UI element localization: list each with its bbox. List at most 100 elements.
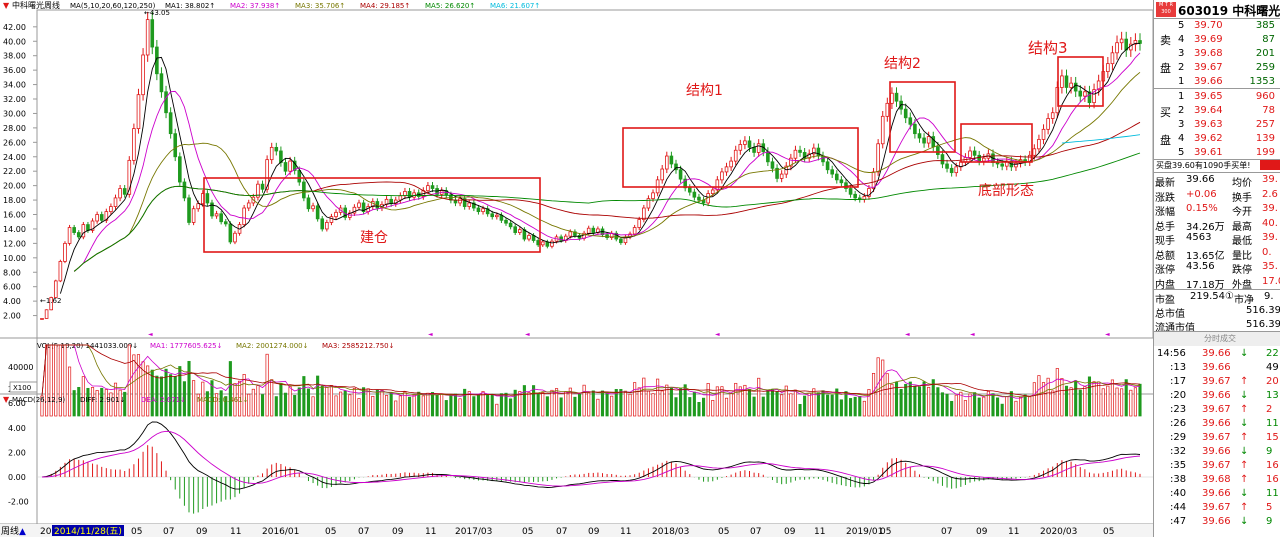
volume-bar (890, 383, 894, 417)
candle (118, 188, 122, 199)
volume-bar (973, 392, 977, 417)
price-tick: 22.00 (3, 167, 26, 176)
volume-bar (1101, 388, 1105, 417)
volume-bar (734, 382, 738, 417)
volume-bar (826, 394, 830, 417)
candle (743, 140, 747, 145)
volume-bar (564, 391, 568, 417)
volume-bar (757, 377, 761, 417)
x-tick: 09 (784, 527, 796, 537)
volume-bar (766, 389, 770, 417)
tick-row: :38 39.68 ↑ 16 (1170, 474, 1279, 485)
candle (729, 160, 733, 168)
volume-bar (582, 384, 586, 417)
price-tick: 32.00 (3, 95, 26, 104)
candle (398, 195, 403, 201)
candle (407, 191, 412, 198)
price-tick: 26.00 (3, 138, 26, 147)
volume-bar (260, 394, 265, 417)
volume-bar (1051, 390, 1055, 417)
tick-row: :40 39.66 ↓ 11 (1170, 488, 1279, 499)
tick-row: :20 39.66 ↓ 13 (1170, 390, 1279, 401)
bid-row: 3 39.63 257 (1178, 119, 1275, 130)
volume-bar (702, 397, 706, 417)
volume-bar (1078, 389, 1082, 417)
candle (747, 140, 752, 148)
candle (315, 205, 320, 220)
volume-bar (256, 385, 260, 417)
candle (619, 238, 623, 244)
candle (113, 197, 118, 207)
candle (568, 231, 573, 237)
candle (540, 241, 545, 246)
candle (880, 115, 885, 145)
vol-ma-3: MA3: 2585212.750↓ (322, 342, 395, 350)
logo-icon: M T R 300 (1156, 2, 1176, 17)
volume-bar (679, 388, 683, 417)
volume-bar (398, 395, 402, 417)
candle (1073, 82, 1078, 92)
volume-bar (775, 391, 779, 417)
price-tick: 14.00 (3, 225, 26, 234)
volume-bar (871, 373, 876, 417)
volume-bar (339, 391, 343, 417)
volume-bar (945, 393, 949, 417)
volume-bar (968, 393, 972, 417)
candle (848, 188, 853, 195)
volume-bar (1055, 368, 1059, 417)
candle (839, 179, 844, 184)
candle (1119, 38, 1124, 44)
candle (536, 240, 540, 246)
volume-bar (192, 380, 196, 417)
quote-header: M T R 300 603019 中科曙光 (1154, 0, 1280, 19)
candle (178, 156, 182, 183)
macd-tick: -2.00 (8, 498, 29, 507)
x-tick: 05 (325, 527, 336, 537)
price-tick: 24.00 (3, 153, 26, 162)
candle (720, 171, 724, 181)
volume-bar (486, 394, 490, 417)
candle (605, 234, 609, 239)
candle (173, 133, 178, 158)
price-tick: 30.00 (3, 109, 26, 118)
stat-row: 内盘17.18万外盘17.08 (1155, 275, 1280, 291)
volume-bar (476, 394, 480, 417)
flag-icon: ▼ (3, 1, 10, 10)
marker: ◄ (715, 331, 720, 338)
volume-bar (573, 396, 577, 417)
candle (311, 205, 315, 210)
candle (1037, 139, 1041, 150)
ma-value-2: MA2: 37.938↑ (230, 2, 280, 10)
candle (972, 150, 977, 156)
candle (876, 143, 880, 173)
volume-bar (876, 357, 880, 417)
marker: ◄ (148, 331, 153, 338)
volume-bar (821, 390, 825, 417)
ma-value-1: MA1: 38.802↑ (165, 2, 215, 10)
volume-bar (917, 386, 922, 417)
candle (430, 185, 435, 189)
candle (297, 170, 302, 183)
period-label[interactable]: 周线▲ (1, 525, 26, 537)
candle (260, 183, 265, 190)
volume-bar (550, 389, 554, 417)
volume-bar (536, 393, 540, 417)
candle (233, 232, 237, 243)
jiancang-label: 建仓 (360, 230, 388, 246)
ask-row: 4 39.69 87 (1178, 34, 1275, 45)
candle (205, 193, 210, 204)
candle (467, 202, 472, 207)
candle (527, 235, 531, 240)
x-tick: 05 (880, 527, 891, 537)
x-tick: 07 (163, 527, 174, 537)
volume-bar (357, 398, 361, 417)
stat-row: 总额 13.65亿 量比 0. (1155, 246, 1272, 262)
volume-bar (320, 385, 324, 417)
vol-ma-1: MA1: 1777605.625↓ (150, 342, 223, 350)
macd-labels: DIFF: 2.901↓ DEA: 2.671↓ MACD: 0.461↓ (80, 396, 248, 404)
candle (136, 94, 141, 130)
tick-row: :23 39.67 ↑ 2 (1170, 404, 1273, 415)
x-tick: 11 (620, 527, 631, 537)
market-row: 市盈 219.54① 市净 9. (1155, 291, 1274, 306)
volume-bar (449, 394, 453, 417)
